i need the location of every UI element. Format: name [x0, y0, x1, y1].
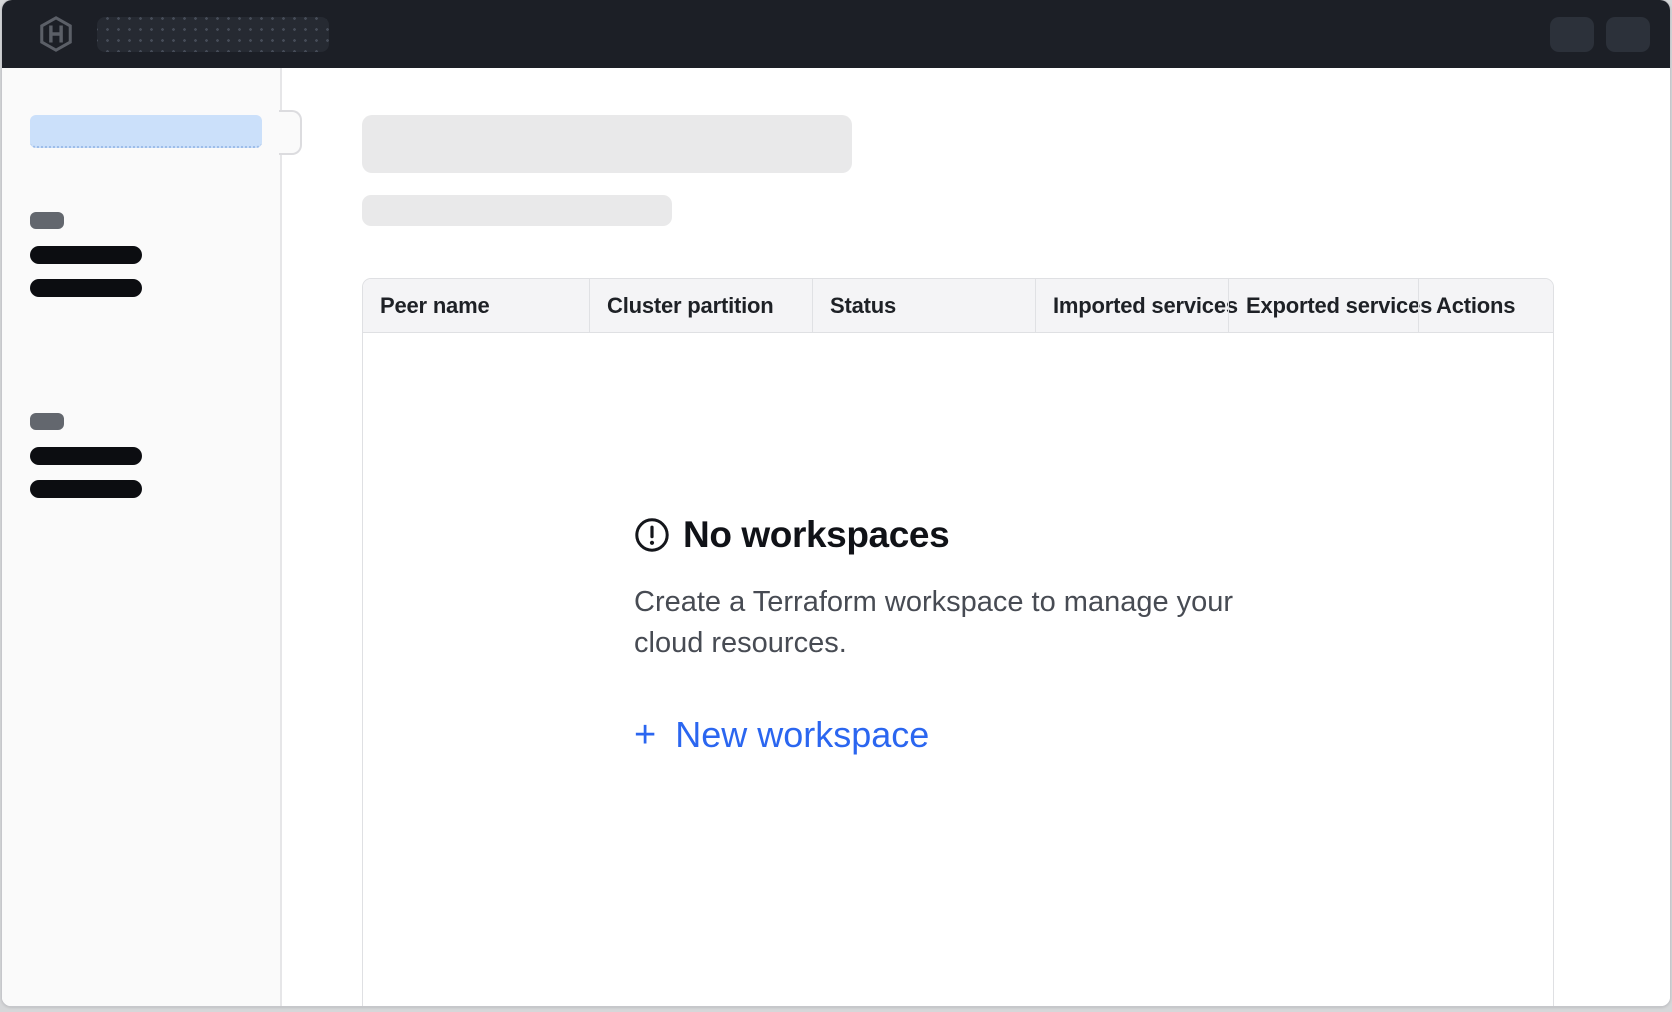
- sidebar-nav-item-skeleton: [30, 480, 142, 498]
- new-workspace-button[interactable]: + New workspace: [634, 714, 929, 755]
- sidebar-nav-group: [2, 212, 280, 297]
- sidebar: [2, 68, 282, 1006]
- empty-state-description: Create a Terraform workspace to manage y…: [634, 582, 1274, 664]
- empty-state-header: No workspaces: [634, 514, 1314, 556]
- sidebar-section-label-skeleton: [30, 413, 64, 430]
- app-window: Peer name Cluster partition Status Impor…: [2, 0, 1670, 1006]
- table-body: No workspaces Create a Terraform workspa…: [363, 514, 1553, 1006]
- column-header-cluster-partition: Cluster partition: [589, 279, 812, 332]
- sidebar-active-item-skeleton: [30, 115, 262, 148]
- empty-state-title: No workspaces: [683, 514, 949, 556]
- table-header-row: Peer name Cluster partition Status Impor…: [363, 279, 1553, 333]
- sidebar-nav-group: [2, 413, 280, 498]
- sidebar-nav-item-skeleton: [30, 246, 142, 264]
- column-header-status: Status: [812, 279, 1035, 332]
- main-content: Peer name Cluster partition Status Impor…: [282, 68, 1670, 1006]
- top-navigation-bar: [2, 0, 1670, 68]
- sidebar-collapse-handle[interactable]: [279, 110, 302, 155]
- column-header-peer-name: Peer name: [363, 279, 589, 332]
- sidebar-section-label-skeleton: [30, 212, 64, 229]
- app-body: Peer name Cluster partition Status Impor…: [2, 68, 1670, 1006]
- column-header-exported-services: Exported services: [1228, 279, 1418, 332]
- column-header-actions: Actions: [1418, 279, 1553, 332]
- sidebar-nav-item-skeleton: [30, 279, 142, 297]
- topbar-button-help[interactable]: [1550, 17, 1594, 52]
- column-header-imported-services: Imported services: [1035, 279, 1228, 332]
- sidebar-nav-item-skeleton: [30, 447, 142, 465]
- empty-state: No workspaces Create a Terraform workspa…: [634, 514, 1314, 755]
- alert-circle-icon: [634, 517, 670, 553]
- peers-table: Peer name Cluster partition Status Impor…: [362, 278, 1554, 1006]
- page-title-skeleton: [362, 115, 852, 173]
- topbar-button-account[interactable]: [1606, 17, 1650, 52]
- topbar-breadcrumb-skeleton: [97, 17, 329, 52]
- page-subtitle-skeleton: [362, 195, 672, 226]
- plus-icon: +: [634, 717, 656, 753]
- new-workspace-label: New workspace: [675, 714, 929, 755]
- hashicorp-logo-icon: [37, 15, 75, 53]
